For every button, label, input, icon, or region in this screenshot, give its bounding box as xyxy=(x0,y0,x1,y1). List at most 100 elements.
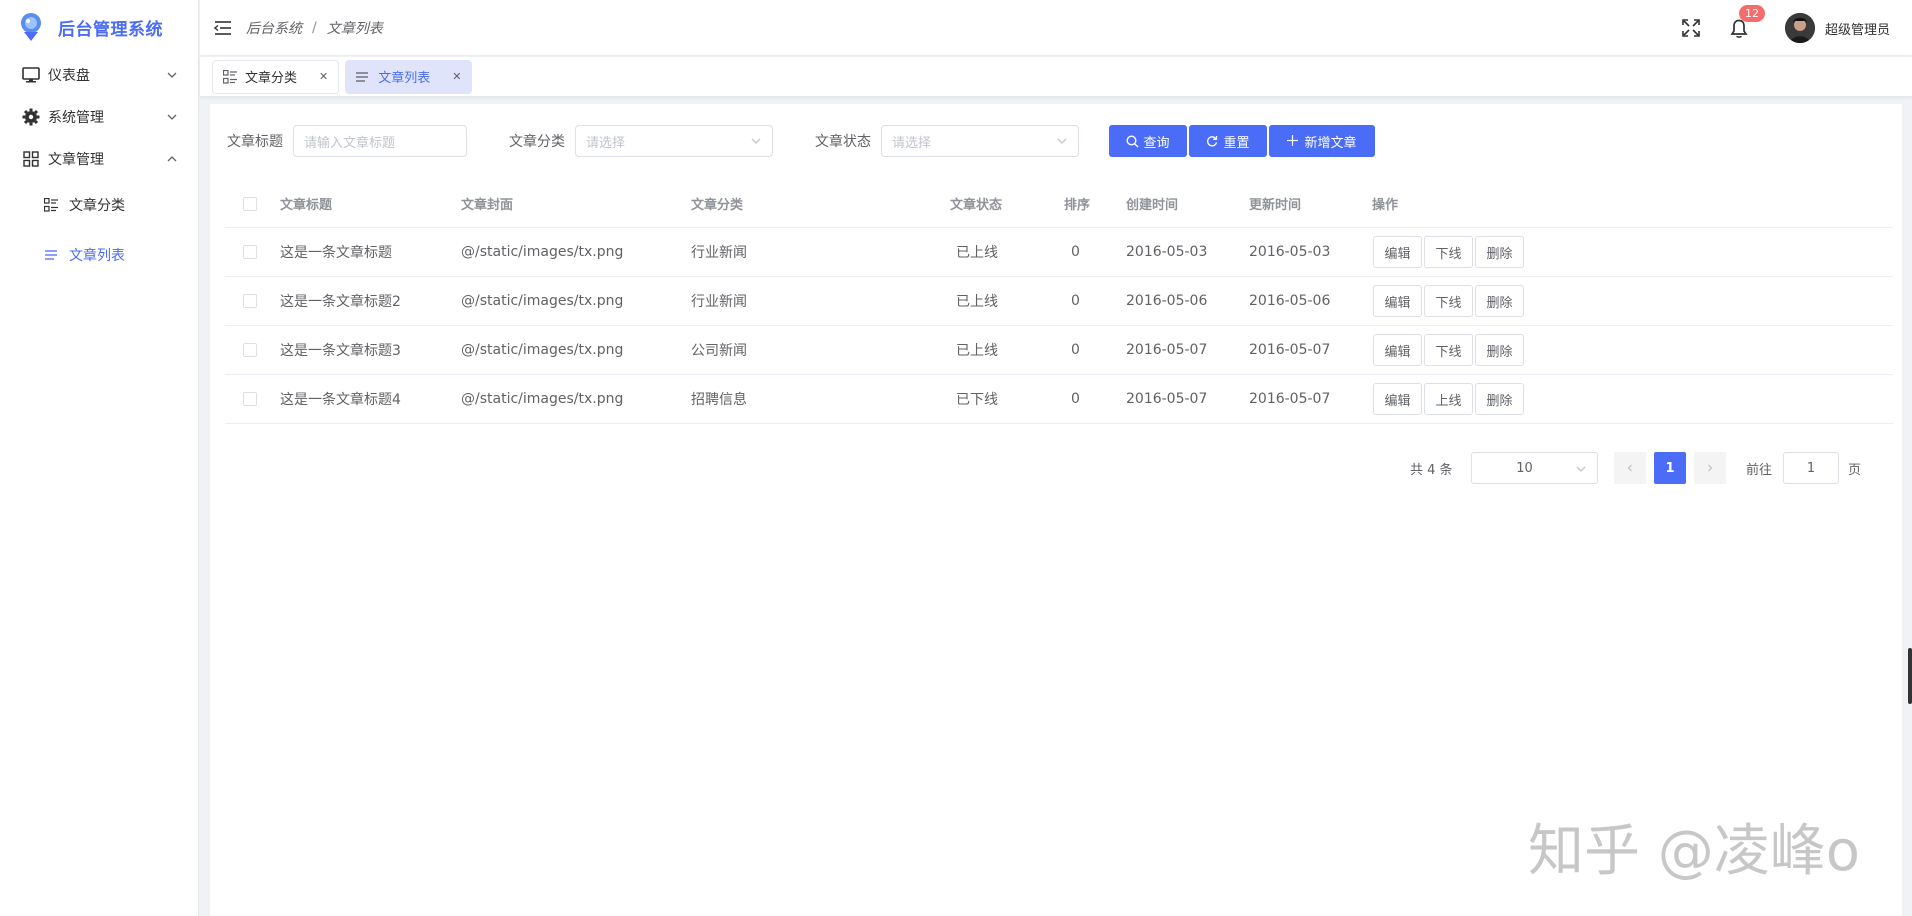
tab-label: 文章分类 xyxy=(245,71,298,86)
breadcrumb-item[interactable]: 后台系统 xyxy=(246,18,302,38)
goto-page-input[interactable]: 1 xyxy=(1783,452,1839,484)
goto-label: 前往 xyxy=(1746,462,1773,478)
app-logo[interactable]: 后台管理系统 xyxy=(0,0,198,54)
cell-sort: 0 xyxy=(1071,244,1080,260)
pagination: 共 4 条 10 1 前往 1 页 xyxy=(210,452,1902,484)
filter-category-label: 文章分类 xyxy=(509,134,565,150)
sidebar-subitem-article-list[interactable]: 文章列表 xyxy=(0,230,198,280)
next-page-button[interactable] xyxy=(1694,452,1726,484)
cell-created: 2016-05-07 xyxy=(1126,391,1208,407)
table-row[interactable]: 这是一条文章标题4 @/static/images/tx.png 招聘信息 已下… xyxy=(225,375,1893,424)
search-button[interactable]: 查询 xyxy=(1109,125,1187,157)
filter-bar: 文章标题 请输入文章标题 文章分类 请选择 文章状态 请选择 查询 重置 新增文… xyxy=(227,125,1375,157)
column-header-title[interactable]: 文章标题 xyxy=(280,180,332,227)
sidebar-item-articles[interactable]: 文章管理 xyxy=(0,138,198,180)
search-button-label: 查询 xyxy=(1143,134,1170,150)
cell-title: 这是一条文章标题4 xyxy=(280,392,401,408)
notifications[interactable]: 12 xyxy=(1727,5,1765,40)
offline-button[interactable]: 下线 xyxy=(1424,236,1473,268)
main-content: 文章标题 请输入文章标题 文章分类 请选择 文章状态 请选择 查询 重置 新增文… xyxy=(210,104,1902,916)
column-header-actions: 操作 xyxy=(1372,198,1399,213)
cell-cover: @/static/images/tx.png xyxy=(461,244,624,260)
page-size-value: 10 xyxy=(1516,460,1533,476)
fullscreen-icon[interactable] xyxy=(1682,19,1700,37)
user-name[interactable]: 超级管理员 xyxy=(1825,19,1890,38)
row-checkbox[interactable] xyxy=(243,245,257,259)
page-size-select[interactable]: 10 xyxy=(1471,452,1598,484)
table-row[interactable]: 这是一条文章标题2 @/static/images/tx.png 行业新闻 已上… xyxy=(225,277,1893,326)
cell-updated: 2016-05-06 xyxy=(1249,293,1331,309)
app-title: 后台管理系统 xyxy=(58,19,163,40)
table-row[interactable]: 这是一条文章标题 @/static/images/tx.png 行业新闻 已上线… xyxy=(225,228,1893,277)
edit-button[interactable]: 编辑 xyxy=(1373,334,1422,366)
category-select[interactable]: 请选择 xyxy=(575,125,773,157)
offline-button[interactable]: 下线 xyxy=(1424,334,1473,366)
status-select-placeholder: 请选择 xyxy=(892,135,932,151)
cell-cover: @/static/images/tx.png xyxy=(461,293,624,309)
table-row[interactable]: 这是一条文章标题3 @/static/images/tx.png 公司新闻 已上… xyxy=(225,326,1893,375)
header-actions: 12 超级管理员 xyxy=(1682,0,1912,56)
close-icon[interactable]: ✕ xyxy=(319,70,328,83)
offline-button[interactable]: 下线 xyxy=(1424,285,1473,317)
delete-button[interactable]: 删除 xyxy=(1475,236,1524,268)
sidebar-item-label: 系统管理 xyxy=(48,110,104,126)
sidebar-item-system[interactable]: 系统管理 xyxy=(0,96,198,138)
cell-category: 公司新闻 xyxy=(691,343,747,359)
column-header-created[interactable]: 创建时间 xyxy=(1126,180,1178,227)
cell-updated: 2016-05-03 xyxy=(1249,244,1331,260)
close-icon[interactable]: ✕ xyxy=(452,70,461,83)
chevron-left-icon xyxy=(1627,464,1632,472)
sidebar-item-dashboard[interactable]: 仪表盘 xyxy=(0,54,198,96)
delete-button[interactable]: 删除 xyxy=(1475,285,1524,317)
cell-updated: 2016-05-07 xyxy=(1249,342,1331,358)
sidebar-subitem-category[interactable]: 文章分类 xyxy=(0,180,198,230)
column-header-sort[interactable]: 排序 xyxy=(1064,180,1090,227)
cell-sort: 0 xyxy=(1071,293,1080,309)
column-header-category[interactable]: 文章分类 xyxy=(691,180,743,227)
cell-status: 已下线 xyxy=(956,392,998,408)
tab-article-category[interactable]: 文章分类 ✕ xyxy=(212,59,340,94)
row-checkbox[interactable] xyxy=(243,294,257,308)
edit-button[interactable]: 编辑 xyxy=(1373,236,1422,268)
cell-category: 行业新闻 xyxy=(691,245,747,261)
monitor-icon xyxy=(22,66,40,84)
title-search-input[interactable]: 请输入文章标题 xyxy=(293,125,467,157)
cell-created: 2016-05-06 xyxy=(1126,293,1208,309)
cell-sort: 0 xyxy=(1071,391,1080,407)
refresh-icon xyxy=(1206,135,1219,148)
select-all-checkbox[interactable] xyxy=(243,196,257,211)
page-number-button[interactable]: 1 xyxy=(1654,452,1686,484)
avatar[interactable] xyxy=(1784,13,1815,43)
chevron-up-icon xyxy=(167,156,177,162)
online-button[interactable]: 上线 xyxy=(1424,383,1473,415)
prev-page-button[interactable] xyxy=(1614,452,1646,484)
cell-cover: @/static/images/tx.png xyxy=(461,342,624,358)
tab-article-list[interactable]: 文章列表 ✕ xyxy=(345,59,473,94)
article-table: 文章标题 文章封面 文章分类 文章状态 排序 创建时间 更新时间 操作 这是一条… xyxy=(225,180,1893,424)
chevron-down-icon xyxy=(167,72,177,78)
scrollbar-thumb[interactable] xyxy=(1908,648,1912,704)
row-checkbox[interactable] xyxy=(243,343,257,357)
chevron-down-icon xyxy=(1057,138,1067,144)
edit-button[interactable]: 编辑 xyxy=(1373,285,1422,317)
cell-cover: @/static/images/tx.png xyxy=(461,391,624,407)
tab-label: 文章列表 xyxy=(378,71,431,86)
row-checkbox[interactable] xyxy=(243,392,257,406)
column-header-updated[interactable]: 更新时间 xyxy=(1249,180,1301,227)
column-header-cover[interactable]: 文章封面 xyxy=(461,180,513,227)
edit-button[interactable]: 编辑 xyxy=(1373,383,1422,415)
add-article-button[interactable]: 新增文章 xyxy=(1269,125,1375,157)
filter-title-label: 文章标题 xyxy=(227,134,283,150)
chevron-down-icon xyxy=(751,138,761,144)
delete-button[interactable]: 删除 xyxy=(1475,334,1524,366)
reset-button[interactable]: 重置 xyxy=(1189,125,1267,157)
cell-updated: 2016-05-07 xyxy=(1249,391,1331,407)
table-header-row: 文章标题 文章封面 文章分类 文章状态 排序 创建时间 更新时间 操作 xyxy=(225,180,1893,228)
menu-toggle-icon[interactable] xyxy=(214,19,232,37)
status-select[interactable]: 请选择 xyxy=(881,125,1079,157)
cell-title: 这是一条文章标题3 xyxy=(280,343,401,359)
chevron-down-icon xyxy=(167,114,177,120)
column-header-status[interactable]: 文章状态 xyxy=(950,180,1002,227)
delete-button[interactable]: 删除 xyxy=(1475,383,1524,415)
list-icon xyxy=(356,70,370,84)
